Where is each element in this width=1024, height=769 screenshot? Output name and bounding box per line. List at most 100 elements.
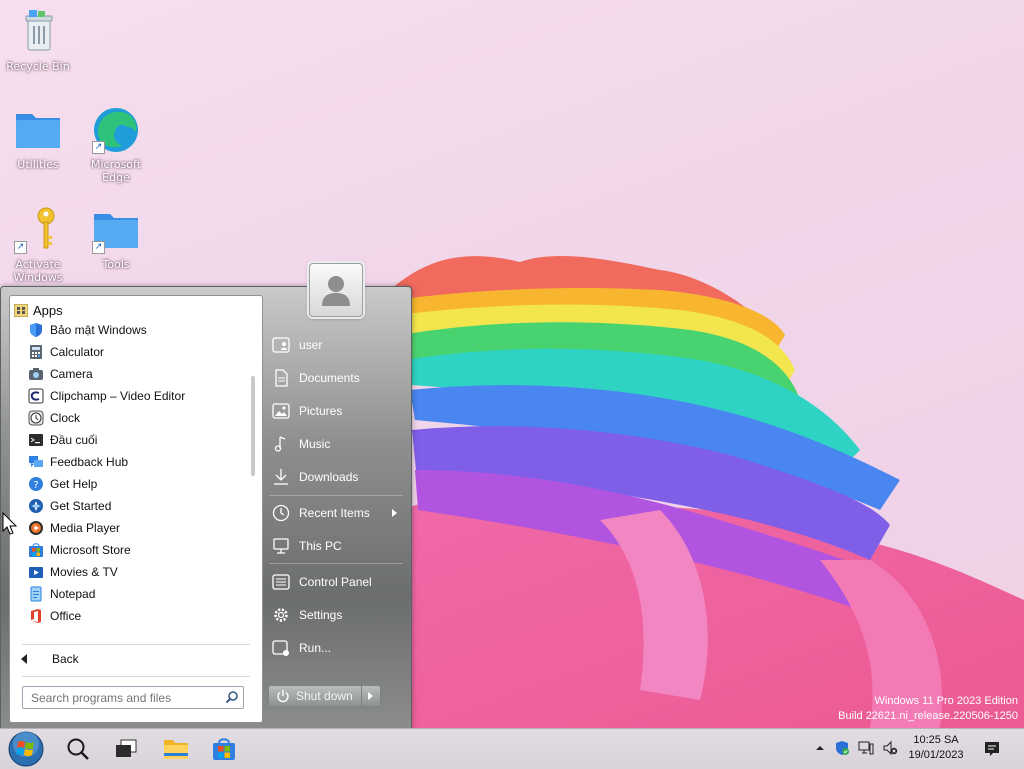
app-item-feedback-hub[interactable]: Feedback Hub xyxy=(28,451,248,473)
search-icon xyxy=(67,738,89,760)
app-item-notepad[interactable]: Notepad xyxy=(28,583,248,605)
app-label: Calculator xyxy=(50,345,105,359)
right-pane-divider xyxy=(269,563,403,564)
documents-icon xyxy=(275,369,288,387)
task-view-button[interactable] xyxy=(109,733,143,765)
start-menu: Apps Bảo mật Windows Calculator Camera C… xyxy=(0,263,412,730)
search-input[interactable] xyxy=(23,688,217,708)
taskbar: 10:25 SA 19/01/2023 xyxy=(0,728,1024,769)
apps-folder[interactable]: Apps xyxy=(14,301,63,319)
right-pane-divider xyxy=(269,495,403,496)
start-item-label: Music xyxy=(299,437,331,451)
show-hidden-icons-button[interactable] xyxy=(812,740,828,756)
app-item-calculator[interactable]: Calculator xyxy=(28,341,248,363)
shortcut-arrow-icon: ↗ xyxy=(92,141,105,154)
back-arrow-icon xyxy=(21,654,27,664)
app-label: Microsoft Store xyxy=(50,543,131,557)
feedback-icon xyxy=(29,456,43,467)
app-item-clock[interactable]: Clock xyxy=(28,407,248,429)
user-folder-icon xyxy=(272,337,290,353)
app-item-camera[interactable]: Camera xyxy=(28,363,248,385)
security-shield-icon[interactable] xyxy=(834,740,850,756)
shutdown-label: Shut down xyxy=(296,689,353,703)
get-started-icon xyxy=(29,499,43,513)
start-item-label: Pictures xyxy=(299,404,343,418)
svg-text:?: ? xyxy=(33,480,38,491)
store-icon xyxy=(29,543,43,557)
camera-icon xyxy=(29,368,43,380)
app-item-terminal[interactable]: Đầu cuối xyxy=(28,429,248,451)
file-explorer-icon xyxy=(164,740,188,759)
app-label: Feedback Hub xyxy=(50,455,129,469)
pictures-icon xyxy=(272,403,290,419)
start-button[interactable] xyxy=(6,730,46,768)
app-item-clipchamp[interactable]: Clipchamp – Video Editor xyxy=(28,385,248,407)
desktop-icon-edge[interactable]: ↗ Microsoft Edge xyxy=(84,106,148,184)
start-item-user[interactable]: user xyxy=(269,331,403,359)
file-explorer-button[interactable] xyxy=(159,733,193,765)
clock-date: 19/01/2023 xyxy=(908,749,964,761)
app-item-movies-tv[interactable]: Movies & TV xyxy=(28,561,248,583)
app-item-get-started[interactable]: Get Started xyxy=(28,495,248,517)
start-item-control-panel[interactable]: Control Panel xyxy=(269,568,403,596)
task-view-icon xyxy=(116,739,137,757)
app-item-media-player[interactable]: Media Player xyxy=(28,517,248,539)
app-label: Movies & TV xyxy=(50,565,118,579)
start-item-downloads[interactable]: Downloads xyxy=(269,463,403,491)
user-avatar[interactable] xyxy=(309,263,363,317)
desktop-icon-label: Activate Windows xyxy=(13,258,63,284)
desktop-icon-recycle-bin[interactable]: Recycle Bin xyxy=(6,8,70,73)
submenu-arrow-icon xyxy=(392,509,397,517)
taskbar-search-button[interactable] xyxy=(61,733,95,765)
taskbar-clock[interactable]: 10:25 SA 19/01/2023 xyxy=(904,733,968,763)
shutdown-button[interactable]: Shut down xyxy=(268,685,362,707)
app-list-scrollbar[interactable] xyxy=(251,376,255,476)
search-box[interactable] xyxy=(22,686,244,709)
start-item-documents[interactable]: Documents xyxy=(269,364,403,392)
desktop-icon-tools[interactable]: ↗ Tools xyxy=(84,206,148,271)
clipchamp-icon xyxy=(28,388,44,404)
start-item-settings[interactable]: Settings xyxy=(269,601,403,629)
start-item-music[interactable]: Music xyxy=(269,430,403,458)
desktop-icon-activate[interactable]: ↗ Activate Windows xyxy=(6,206,70,284)
volume-muted-icon[interactable] xyxy=(882,740,898,756)
edge-icon: ↗ xyxy=(92,106,140,154)
desktop-icon-label: Recycle Bin xyxy=(6,60,70,73)
clock-icon xyxy=(28,410,44,426)
desktop-icon-label: Microsoft Edge xyxy=(90,158,142,184)
shutdown-options-button[interactable] xyxy=(361,685,381,707)
app-label: Get Help xyxy=(50,477,98,491)
desktop-icon-utilities[interactable]: Utilities xyxy=(6,106,70,171)
office-icon xyxy=(31,609,41,623)
app-item-windows-security[interactable]: Bảo mật Windows xyxy=(28,319,248,341)
help-icon: ? xyxy=(29,477,43,491)
folder-shortcut-icon: ↗ xyxy=(92,206,140,254)
store-button[interactable] xyxy=(207,733,241,765)
start-item-this-pc[interactable]: This PC xyxy=(269,532,403,560)
build-watermark: Windows 11 Pro 2023 Edition Build 22621.… xyxy=(838,694,1018,724)
back-button[interactable]: Back xyxy=(20,648,250,670)
downloads-icon xyxy=(274,469,288,485)
start-item-pictures[interactable]: Pictures xyxy=(269,397,403,425)
notifications-icon[interactable] xyxy=(983,740,1001,758)
network-icon[interactable] xyxy=(858,740,874,756)
shortcut-arrow-icon: ↗ xyxy=(92,241,105,254)
music-icon xyxy=(274,436,286,452)
app-label: Bảo mật Windows xyxy=(50,323,147,337)
store-icon xyxy=(213,738,235,760)
desktop-icon-label: Utilities xyxy=(17,158,59,171)
start-item-recent-items[interactable]: Recent Items xyxy=(269,499,403,527)
app-label: Notepad xyxy=(50,587,96,601)
notepad-icon xyxy=(30,586,42,602)
start-item-run[interactable]: Run... xyxy=(269,634,403,662)
app-label: Đầu cuối xyxy=(50,433,98,447)
app-item-office[interactable]: Office xyxy=(28,605,248,627)
shutdown-control: Shut down xyxy=(268,685,381,707)
search-icon[interactable] xyxy=(225,690,239,704)
desktop-icon-label: Tools xyxy=(102,258,130,271)
watermark-edition: Windows 11 Pro 2023 Edition xyxy=(874,695,1019,707)
app-item-get-help[interactable]: ? Get Help xyxy=(28,473,248,495)
app-item-microsoft-store[interactable]: Microsoft Store xyxy=(28,539,248,561)
app-label: Clock xyxy=(50,411,81,425)
apps-grid-icon xyxy=(14,303,28,317)
